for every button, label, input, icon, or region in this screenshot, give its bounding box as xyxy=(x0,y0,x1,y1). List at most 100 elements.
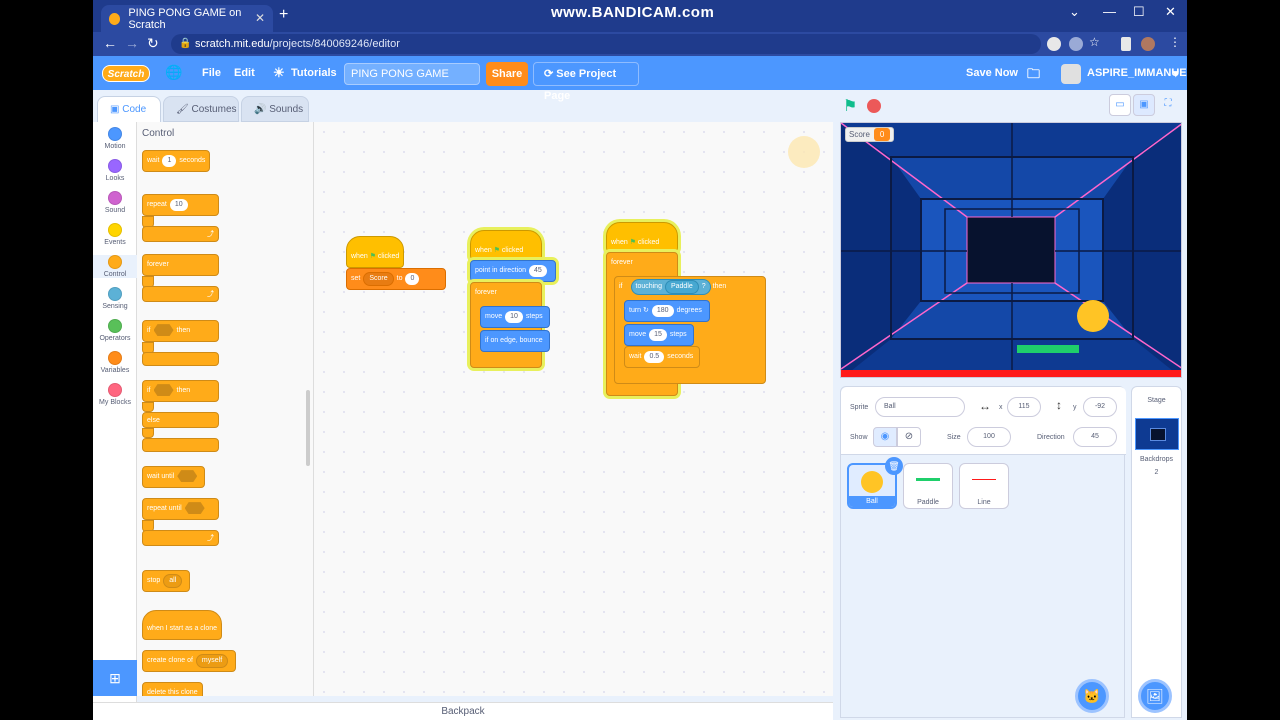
user-avatar[interactable] xyxy=(1061,64,1081,84)
ball-costume-icon xyxy=(861,471,883,493)
turn-block[interactable]: turn ↻ 180 degrees xyxy=(624,300,710,322)
forward-icon[interactable]: → xyxy=(125,35,139,51)
share-page-icon[interactable] xyxy=(1069,37,1083,51)
category-events[interactable]: Events xyxy=(93,223,137,246)
score-monitor[interactable]: Score 0 xyxy=(845,127,895,142)
folder-icon[interactable]: 🗀 xyxy=(1027,65,1040,87)
globe-icon[interactable]: 🌐 xyxy=(165,64,182,81)
category-looks[interactable]: Looks xyxy=(93,159,137,182)
delete-sprite-icon[interactable]: 🗑 xyxy=(885,457,903,475)
hide-eye-icon[interactable]: ⊘ xyxy=(897,427,921,447)
reload-icon[interactable]: ↻ xyxy=(147,35,159,52)
direction-input[interactable]: 45 xyxy=(1073,427,1117,447)
stop-block[interactable]: stop all xyxy=(142,570,191,592)
sprite-name-input[interactable]: Ball xyxy=(875,397,965,417)
profile-avatar-icon[interactable] xyxy=(1141,37,1155,51)
browser-menu-icon[interactable]: ⋮ xyxy=(1169,35,1181,49)
lightbulb-icon: ☀ xyxy=(273,65,285,80)
if-else-block[interactable]: if then xyxy=(142,380,219,402)
category-operators[interactable]: Operators xyxy=(93,319,137,342)
create-clone-block[interactable]: create clone of myself xyxy=(142,650,237,672)
small-stage-icon[interactable]: ▭ xyxy=(1109,94,1131,116)
new-tab-icon[interactable]: + xyxy=(279,6,288,24)
close-window-icon[interactable]: ✕ xyxy=(1165,4,1176,20)
show-eye-icon[interactable]: ◉ xyxy=(873,427,897,447)
when-flag-clicked-hat-1[interactable]: when ⚑ clicked xyxy=(346,236,405,268)
share-button[interactable]: Share xyxy=(486,62,528,86)
file-menu[interactable]: File xyxy=(202,67,221,79)
tutorials-menu[interactable]: Tutorials xyxy=(291,67,337,79)
y-position-input[interactable]: -92 xyxy=(1083,397,1117,417)
category-my-blocks[interactable]: My Blocks xyxy=(93,383,137,406)
url-field[interactable]: 🔒 scratch.mit.edu/projects/840069246/edi… xyxy=(171,34,1041,54)
see-project-page-button[interactable]: ⟳ See Project Page xyxy=(533,62,639,102)
minimize-icon[interactable]: — xyxy=(1103,4,1116,19)
sidebar-icon[interactable] xyxy=(1121,37,1131,51)
palette-scrollbar[interactable] xyxy=(306,390,310,466)
when-flag-clicked-hat-3[interactable]: when ⚑ clicked xyxy=(606,222,678,252)
line-sprite[interactable] xyxy=(841,370,1182,378)
c-block-arm xyxy=(142,402,154,412)
category-sound[interactable]: Sound xyxy=(93,191,137,214)
stop-icon[interactable] xyxy=(867,99,881,113)
move-steps-block-2[interactable]: move 15 steps xyxy=(624,324,694,346)
chevron-down-icon[interactable]: ⌄ xyxy=(1069,4,1080,20)
back-icon[interactable]: ← xyxy=(103,35,117,51)
repeat-block[interactable]: repeat 10 xyxy=(142,194,219,216)
wait-block[interactable]: wait 1 seconds xyxy=(142,150,211,172)
variables-dot-icon xyxy=(108,351,122,365)
save-now-button[interactable]: Save Now xyxy=(966,67,1018,79)
stage-canvas[interactable]: Score 0 xyxy=(840,122,1182,378)
tab-sounds[interactable]: 🔊 Sounds xyxy=(241,96,309,122)
x-position-input[interactable]: 115 xyxy=(1007,397,1041,417)
stage-selector[interactable]: Stage Backdrops 2 🖼 xyxy=(1131,386,1182,718)
category-sensing[interactable]: Sensing xyxy=(93,287,137,310)
category-control[interactable]: Control xyxy=(93,255,137,278)
sprite-thumb-line[interactable]: Line xyxy=(959,463,1009,509)
scratch-logo[interactable]: Scratch xyxy=(102,65,150,82)
green-flag-icon[interactable]: ⚑ xyxy=(843,96,857,116)
bookmark-star-icon[interactable]: ☆ xyxy=(1089,35,1100,49)
fullscreen-icon[interactable]: ⛶ xyxy=(1157,94,1179,116)
google-icon[interactable] xyxy=(1047,37,1061,51)
tab-costumes[interactable]: 🖌 Costumes xyxy=(163,96,239,122)
username-menu[interactable]: ASPIRE_IMMANUEL xyxy=(1087,67,1187,79)
paddle-sprite[interactable] xyxy=(1017,345,1079,353)
point-direction-block[interactable]: point in direction 45 xyxy=(470,260,556,282)
sprite-thumb-ball[interactable]: Ball 🗑 xyxy=(847,457,903,509)
add-backdrop-icon[interactable]: 🖼 xyxy=(1138,679,1172,713)
repeat-block-foot: ⤴ xyxy=(142,226,219,242)
if-then-block[interactable]: if then xyxy=(142,320,219,342)
wait-seconds-block[interactable]: wait 0.5 seconds xyxy=(624,346,700,368)
when-flag-clicked-hat-2[interactable]: when ⚑ clicked xyxy=(470,230,542,260)
set-variable-block[interactable]: set Score to 0 xyxy=(346,268,446,290)
edit-menu[interactable]: Edit xyxy=(234,67,255,79)
script-workspace[interactable]: when ⚑ clicked set Score to 0 when ⚑ clicke… xyxy=(314,122,1038,699)
add-sprite-icon[interactable]: 🐱 xyxy=(1075,679,1109,713)
forever-block[interactable]: forever xyxy=(142,254,219,276)
ball-sprite[interactable] xyxy=(1077,300,1109,332)
move-steps-block-1[interactable]: move 10 steps xyxy=(480,306,550,328)
large-stage-icon[interactable]: ▣ xyxy=(1133,94,1155,116)
clone-start-hat-block[interactable]: when I start as a clone xyxy=(142,610,223,640)
add-extension-icon[interactable]: ⊞ xyxy=(93,660,137,696)
project-title-input[interactable]: PING PONG GAME xyxy=(344,63,480,85)
browser-tab[interactable]: PING PONG GAME on Scratch ✕ xyxy=(101,5,273,32)
wait-until-block[interactable]: wait until xyxy=(142,466,206,488)
backdrop-thumbnail[interactable] xyxy=(1134,418,1179,450)
sprite-label: Sprite xyxy=(850,404,869,411)
tab-code[interactable]: ▣ Code xyxy=(97,96,161,122)
category-variables[interactable]: Variables xyxy=(93,351,137,374)
delete-clone-block[interactable]: delete this clone xyxy=(142,682,203,696)
category-motion[interactable]: Motion xyxy=(93,127,137,150)
repeat-until-block[interactable]: repeat until xyxy=(142,498,219,520)
sprite-thumb-paddle[interactable]: Paddle xyxy=(903,463,953,509)
events-dot-icon xyxy=(108,223,122,237)
code-icon: ▣ xyxy=(110,104,123,115)
backpack-bar[interactable]: Backpack xyxy=(93,702,833,720)
close-tab-icon[interactable]: ✕ xyxy=(255,11,265,25)
chevron-down-icon[interactable]: ▾ xyxy=(1173,67,1179,80)
bounce-block[interactable]: if on edge, bounce xyxy=(480,330,550,352)
size-input[interactable]: 100 xyxy=(967,427,1011,447)
maximize-icon[interactable]: ☐ xyxy=(1133,4,1145,20)
